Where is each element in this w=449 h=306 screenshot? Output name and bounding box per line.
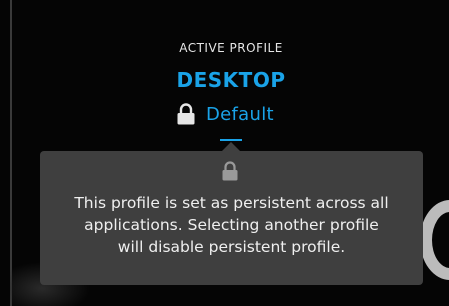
tooltip-message: This profile is set as persistent across… [48, 192, 415, 258]
profile-mode[interactable]: Default [176, 102, 274, 126]
lock-icon [177, 103, 195, 125]
tooltip-line-2: applications. Selecting another profile [84, 216, 379, 234]
tooltip-arrow [222, 142, 240, 151]
persistent-profile-tooltip: This profile is set as persistent across… [40, 151, 423, 285]
lock-icon [222, 161, 238, 181]
hover-indicator [220, 139, 242, 141]
tooltip-line-3: will disable persistent profile. [117, 238, 346, 256]
tooltip-line-1: This profile is set as persistent across… [74, 194, 389, 212]
profile-mode-label: Default [206, 103, 274, 125]
active-profile-label: ACTIVE PROFILE [179, 41, 283, 55]
profile-panel: ACTIVE PROFILE DESKTOP Default This prof… [0, 0, 449, 306]
profile-name[interactable]: DESKTOP [0, 68, 449, 92]
